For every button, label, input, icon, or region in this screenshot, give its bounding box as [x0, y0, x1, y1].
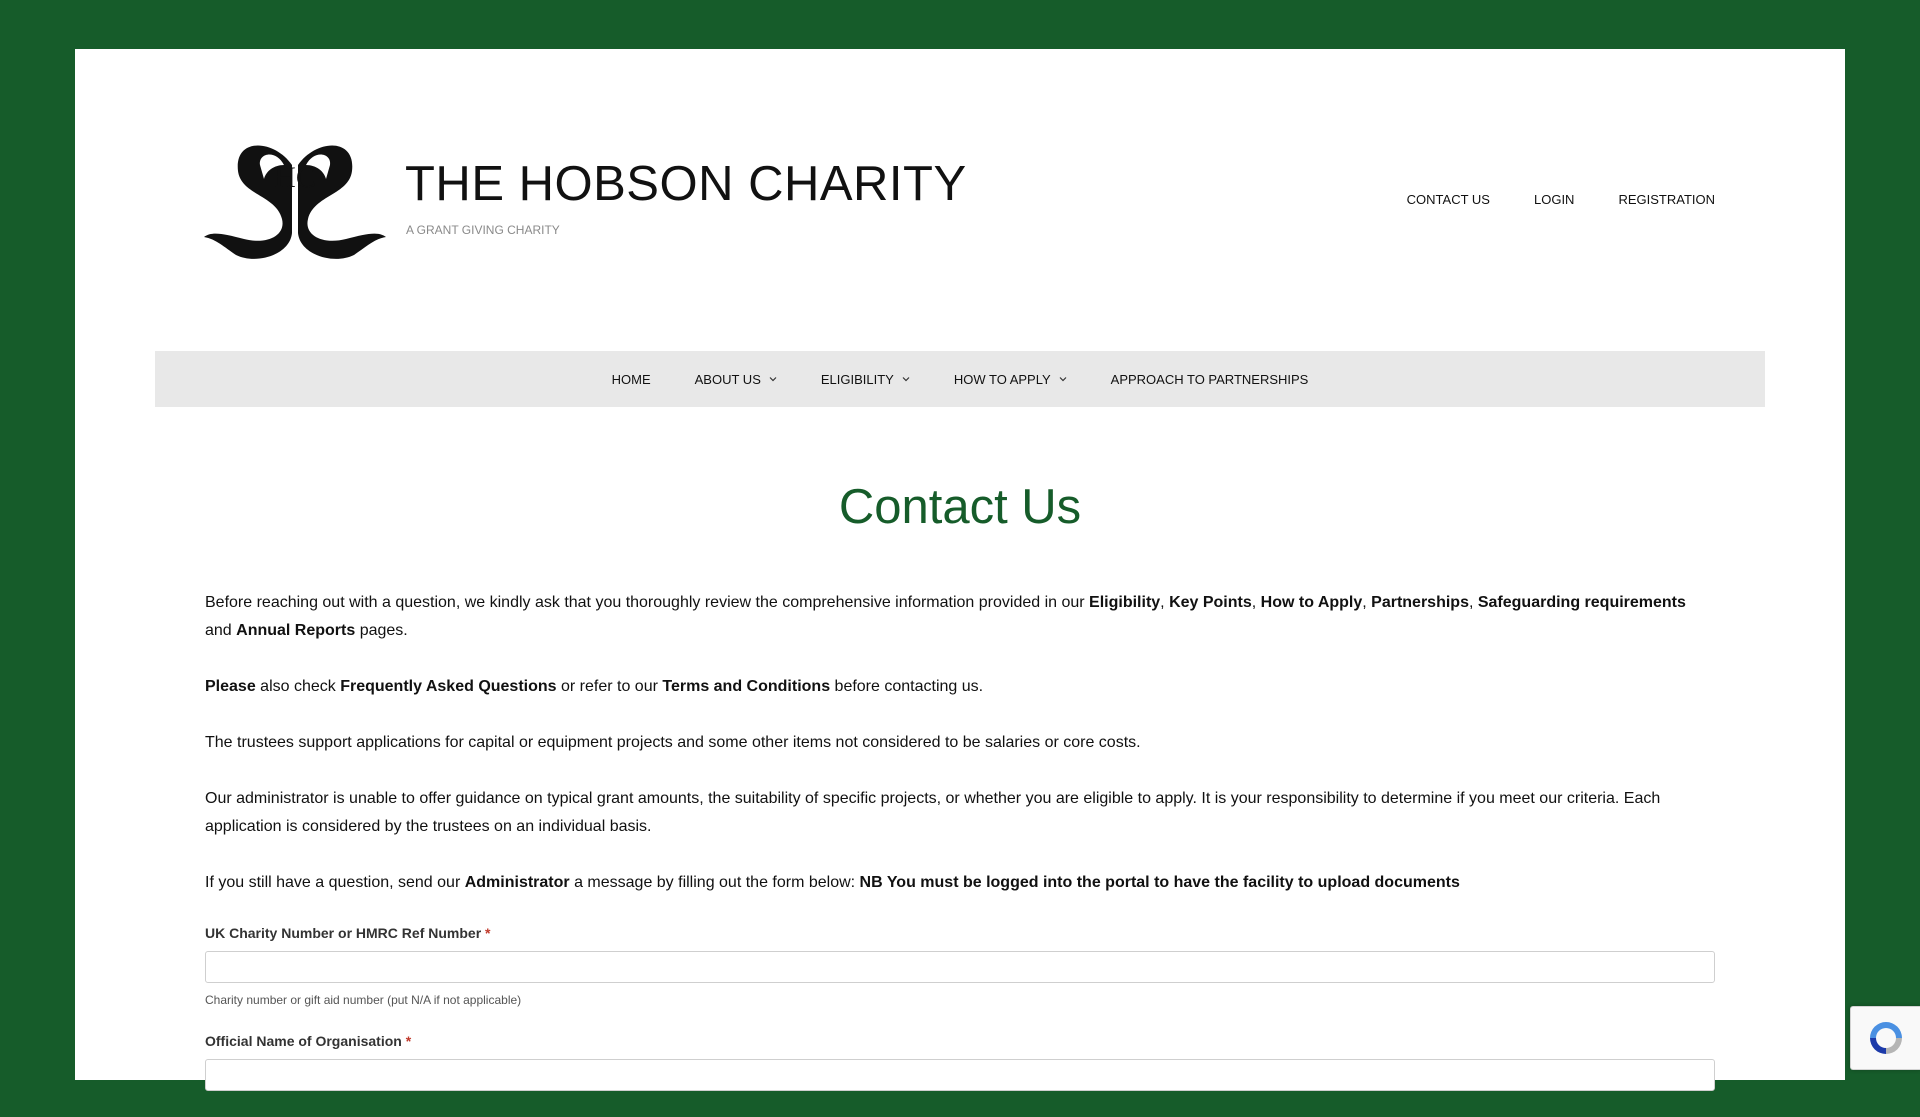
required-marker: *: [405, 1033, 412, 1049]
top-links: CONTACT US LOGIN REGISTRATION: [1407, 192, 1715, 207]
link-faq[interactable]: Frequently Asked Questions: [340, 678, 556, 695]
link-eligibility[interactable]: Eligibility: [1089, 594, 1160, 611]
nav-item-label: APPROACH TO PARTNERSHIPS: [1110, 371, 1309, 387]
chevron-down-icon: [1059, 377, 1067, 382]
charity-number-field: UK Charity Number or HMRC Ref Number * C…: [205, 925, 1715, 1007]
link-administrator[interactable]: Administrator: [465, 874, 570, 891]
required-marker: *: [485, 925, 491, 941]
link-partnerships[interactable]: Partnerships: [1371, 594, 1469, 611]
link-terms-and-conditions[interactable]: Terms and Conditions: [662, 678, 830, 695]
nav-item-label: ELIGIBILITY: [820, 371, 894, 387]
site-title[interactable]: THE HOBSON CHARITY: [405, 156, 967, 212]
page-title: Contact Us: [838, 480, 1082, 534]
nav-item-label: HOW TO APPLY: [953, 371, 1051, 387]
main-nav: HOME ABOUT US ELIGIBILITY HOW TO APPLY A…: [155, 351, 1765, 407]
recaptcha-badge[interactable]: [1850, 1006, 1920, 1070]
organisation-name-input[interactable]: [205, 1059, 1715, 1091]
svg-text:HC: HC: [274, 161, 316, 194]
top-link-login[interactable]: LOGIN: [1534, 192, 1574, 207]
main-content: Contact Us Before reaching out with a qu…: [205, 479, 1715, 1117]
chevron-down-icon: [902, 377, 910, 382]
link-key-points[interactable]: Key Points: [1169, 594, 1252, 611]
intro-paragraph: Before reaching out with a question, we …: [205, 594, 1686, 639]
link-annual-reports[interactable]: Annual Reports: [236, 622, 355, 639]
nav-item-about-us[interactable]: ABOUT US: [673, 372, 799, 387]
link-how-to-apply[interactable]: How to Apply: [1261, 594, 1363, 611]
organisation-name-label: Official Name of Organisation *: [205, 1033, 412, 1049]
recaptcha-icon: [1870, 1022, 1902, 1054]
nav-item-how-to-apply[interactable]: HOW TO APPLY: [932, 372, 1089, 387]
top-link-registration[interactable]: REGISTRATION: [1618, 192, 1715, 207]
send-message-paragraph: If you still have a question, send our A…: [205, 874, 1460, 891]
trustees-paragraph: The trustees support applications for ca…: [205, 734, 1141, 751]
nav-item-label: ABOUT US: [694, 371, 761, 387]
charity-number-input[interactable]: [205, 951, 1715, 983]
chevron-down-icon: [769, 377, 777, 382]
charity-number-label: UK Charity Number or HMRC Ref Number *: [205, 925, 491, 941]
administrator-guidance-paragraph: Our administrator is unable to offer gui…: [205, 790, 1661, 835]
check-faq-paragraph: Please also check Frequently Asked Quest…: [205, 678, 984, 695]
nav-item-label: HOME: [611, 371, 651, 387]
top-link-contact-us[interactable]: CONTACT US: [1407, 192, 1490, 207]
page-container: HC THE HOBSON CHARITY A GRANT GIVING CHA…: [75, 49, 1845, 1091]
charity-number-hint: Charity number or gift aid number (put N…: [205, 993, 522, 1007]
link-safeguarding[interactable]: Safeguarding requirements: [1478, 594, 1686, 611]
organisation-name-field: Official Name of Organisation *: [205, 1033, 1715, 1091]
nav-item-approach-to-partnerships[interactable]: APPROACH TO PARTNERSHIPS: [1089, 372, 1331, 387]
site-logo[interactable]: HC: [204, 135, 386, 261]
site-tagline: A GRANT GIVING CHARITY: [406, 223, 560, 237]
nav-item-eligibility[interactable]: ELIGIBILITY: [799, 372, 932, 387]
nav-item-home[interactable]: HOME: [590, 372, 673, 387]
